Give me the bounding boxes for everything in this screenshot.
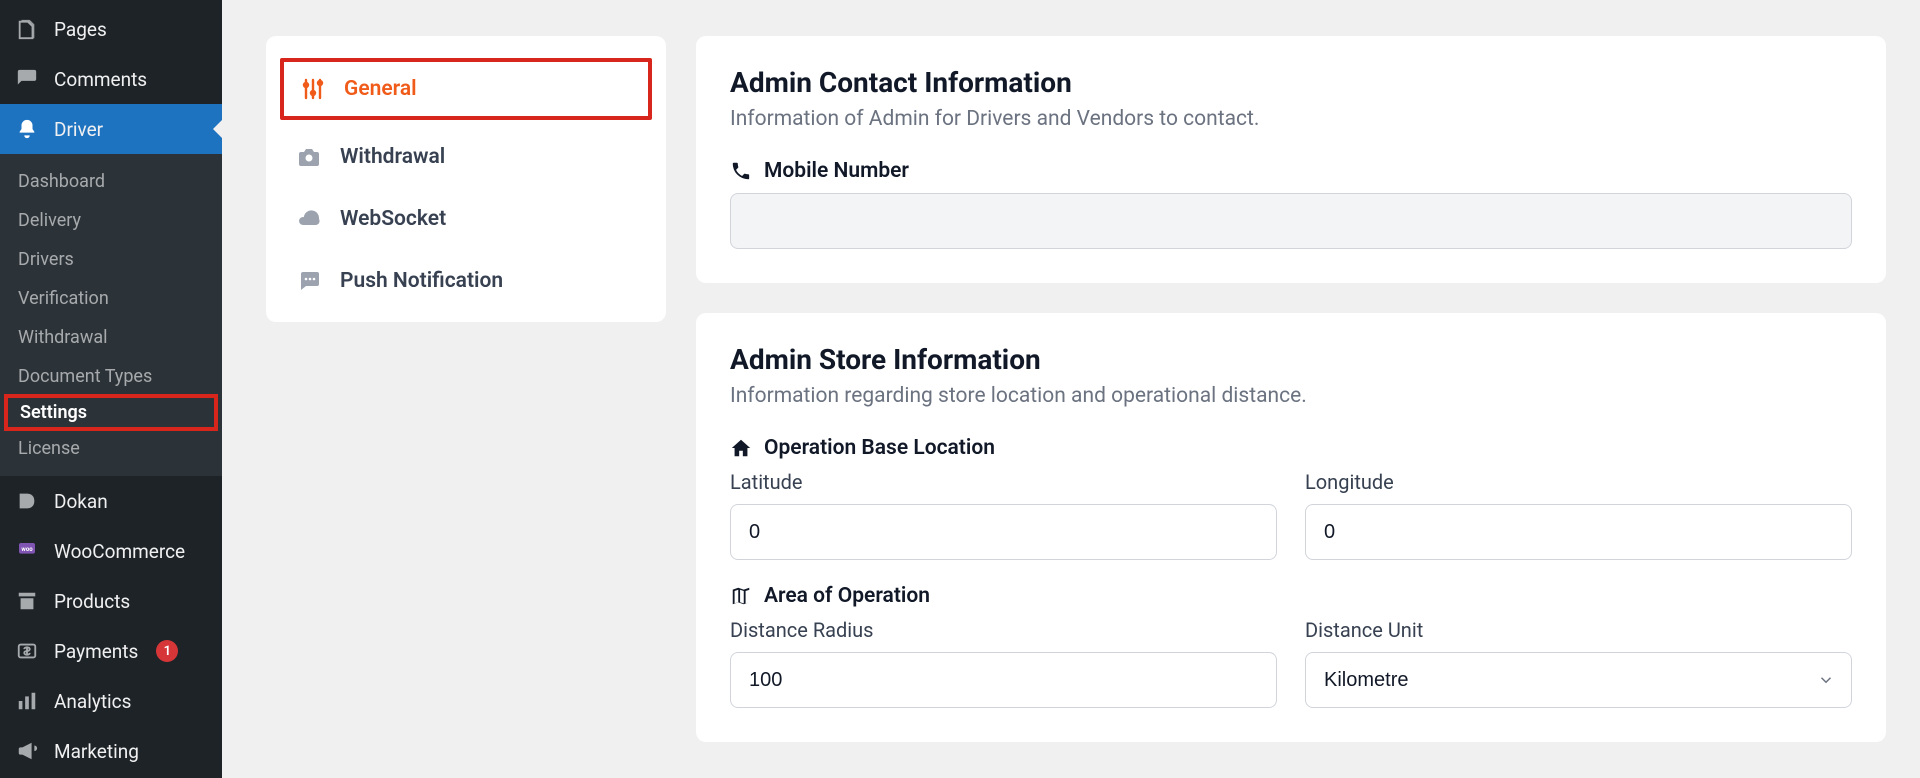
comment-icon — [14, 66, 40, 92]
sidebar-label: Comments — [54, 68, 147, 91]
tab-general[interactable]: General — [280, 58, 652, 120]
mobile-number-input[interactable] — [730, 193, 1852, 249]
products-item[interactable]: Products — [0, 576, 222, 626]
chat-icon — [296, 268, 322, 294]
sidebar-label: Dokan — [54, 490, 108, 513]
comments-item[interactable]: Comments — [0, 54, 222, 104]
settings-tabs: General Withdrawal WebSocket Push Notifi… — [266, 36, 666, 322]
page-content: General Withdrawal WebSocket Push Notifi… — [222, 0, 1920, 778]
driver-sub-doctypes[interactable]: Document Types — [0, 357, 222, 396]
cloud-icon — [296, 206, 322, 232]
card-title: Admin Contact Information — [730, 66, 1852, 99]
tab-websocket[interactable]: WebSocket — [266, 188, 666, 250]
admin-sidebar: Pages Comments Driver Dashboard Delivery… — [0, 0, 222, 778]
bell-icon — [14, 116, 40, 142]
analytics-item[interactable]: Analytics — [0, 676, 222, 726]
svg-text:woo: woo — [21, 546, 33, 553]
longitude-input[interactable] — [1305, 504, 1852, 560]
distance-radius-input[interactable] — [730, 652, 1277, 708]
megaphone-icon — [14, 738, 40, 764]
pages-icon — [14, 16, 40, 42]
radius-label: Distance Radius — [730, 618, 1277, 642]
distance-unit-select[interactable]: Kilometre — [1305, 652, 1852, 708]
payments-item[interactable]: Payments 1 — [0, 626, 222, 676]
tab-push[interactable]: Push Notification — [266, 250, 666, 312]
payments-icon — [14, 638, 40, 664]
sidebar-label: Pages — [54, 18, 107, 41]
phone-icon — [730, 160, 752, 182]
dokan-item[interactable]: Dokan — [0, 476, 222, 526]
driver-sub-settings[interactable]: Settings — [4, 394, 218, 431]
card-desc: Information of Admin for Drivers and Ven… — [730, 107, 1852, 131]
driver-submenu: Dashboard Delivery Drivers Verification … — [0, 154, 222, 476]
location-head: Operation Base Location — [764, 436, 995, 460]
driver-sub-license[interactable]: License — [0, 429, 222, 468]
sidebar-label: Products — [54, 590, 130, 613]
map-icon — [730, 585, 752, 607]
latitude-label: Latitude — [730, 470, 1277, 494]
card-admin-contact: Admin Contact Information Information of… — [696, 36, 1886, 283]
home-icon — [730, 437, 752, 459]
sidebar-label: Driver — [54, 118, 103, 141]
camera-icon — [296, 144, 322, 170]
woocommerce-item[interactable]: woo WooCommerce — [0, 526, 222, 576]
driver-sub-dashboard[interactable]: Dashboard — [0, 162, 222, 201]
sliders-icon — [300, 76, 326, 102]
tab-withdrawal[interactable]: Withdrawal — [266, 126, 666, 188]
unit-label: Distance Unit — [1305, 618, 1852, 642]
latitude-input[interactable] — [730, 504, 1277, 560]
mobile-label: Mobile Number — [764, 159, 909, 183]
dokan-icon — [14, 488, 40, 514]
card-admin-store: Admin Store Information Information rega… — [696, 313, 1886, 742]
sidebar-label: Payments — [54, 640, 138, 663]
tab-label: Withdrawal — [340, 145, 445, 169]
marketing-item[interactable]: Marketing — [0, 726, 222, 776]
analytics-icon — [14, 688, 40, 714]
driver-sub-verification[interactable]: Verification — [0, 279, 222, 318]
tab-label: WebSocket — [340, 207, 446, 231]
pages-item[interactable]: Pages — [0, 4, 222, 54]
driver-sub-delivery[interactable]: Delivery — [0, 201, 222, 240]
sidebar-label: Analytics — [54, 690, 131, 713]
longitude-label: Longitude — [1305, 470, 1852, 494]
driver-sub-withdrawal[interactable]: Withdrawal — [0, 318, 222, 357]
woo-icon: woo — [14, 538, 40, 564]
area-head: Area of Operation — [764, 584, 930, 608]
card-desc: Information regarding store location and… — [730, 384, 1852, 408]
card-title: Admin Store Information — [730, 343, 1852, 376]
tab-label: General — [344, 77, 417, 101]
driver-sub-drivers[interactable]: Drivers — [0, 240, 222, 279]
archive-icon — [14, 588, 40, 614]
tab-label: Push Notification — [340, 269, 503, 293]
driver-item[interactable]: Driver — [0, 104, 222, 154]
sidebar-label: Marketing — [54, 740, 139, 763]
sidebar-label: WooCommerce — [54, 540, 185, 563]
payments-badge: 1 — [156, 640, 178, 662]
